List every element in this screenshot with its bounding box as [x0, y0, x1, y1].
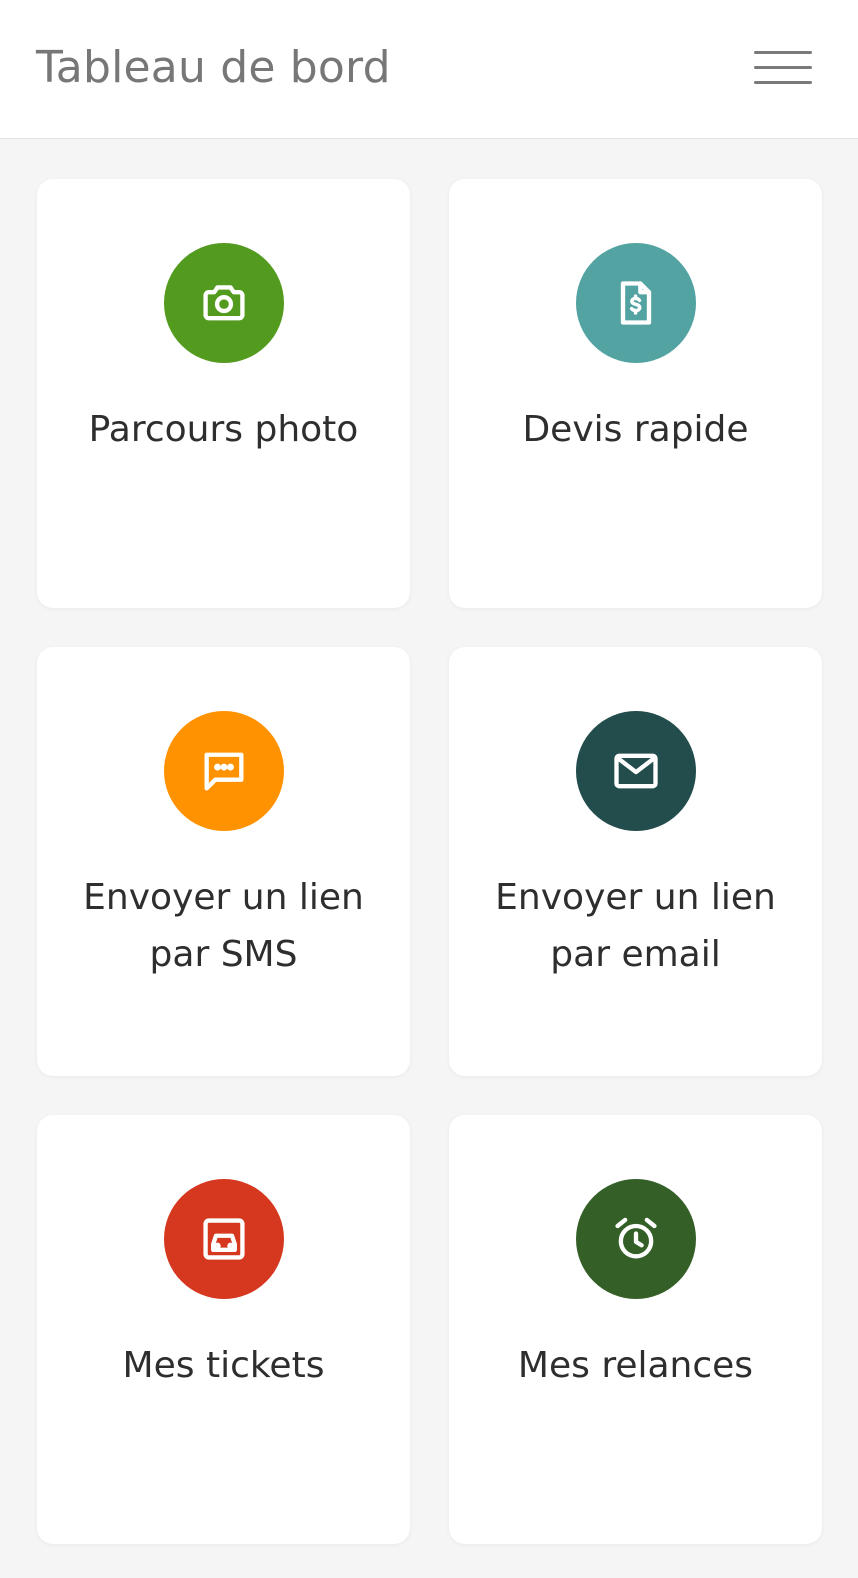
- menu-bar: [754, 81, 812, 84]
- tile-parcours-photo[interactable]: Parcours photo: [37, 179, 410, 608]
- dashboard-grid: Parcours photo Devis rapide Envoyer un l…: [37, 179, 822, 1544]
- tile-devis-rapide[interactable]: Devis rapide: [449, 179, 822, 608]
- tile-envoyer-lien-email[interactable]: Envoyer un lien par email: [449, 647, 822, 1076]
- alarm-clock-icon: [576, 1179, 696, 1299]
- tile-label: Parcours photo: [88, 409, 359, 450]
- tile-label: Envoyer un lien par email: [495, 877, 776, 975]
- envelope-icon: [576, 711, 696, 831]
- invoice-dollar-icon: [576, 243, 696, 363]
- menu-bar: [754, 51, 812, 54]
- camera-icon: [164, 243, 284, 363]
- tile-mes-tickets[interactable]: Mes tickets: [37, 1115, 410, 1544]
- tile-envoyer-lien-sms[interactable]: Envoyer un lien par SMS: [37, 647, 410, 1076]
- hamburger-menu-icon[interactable]: [754, 46, 812, 88]
- page-title: Tableau de bord: [36, 42, 391, 93]
- tile-label: Mes relances: [517, 1345, 754, 1386]
- app-header: Tableau de bord: [0, 0, 858, 139]
- tile-label: Mes tickets: [122, 1345, 325, 1386]
- menu-bar: [754, 66, 812, 69]
- car-ticket-icon: [164, 1179, 284, 1299]
- tile-mes-relances[interactable]: Mes relances: [449, 1115, 822, 1544]
- tile-label: Envoyer un lien par SMS: [83, 877, 364, 975]
- chat-bubble-icon: [164, 711, 284, 831]
- tile-label: Devis rapide: [522, 409, 749, 450]
